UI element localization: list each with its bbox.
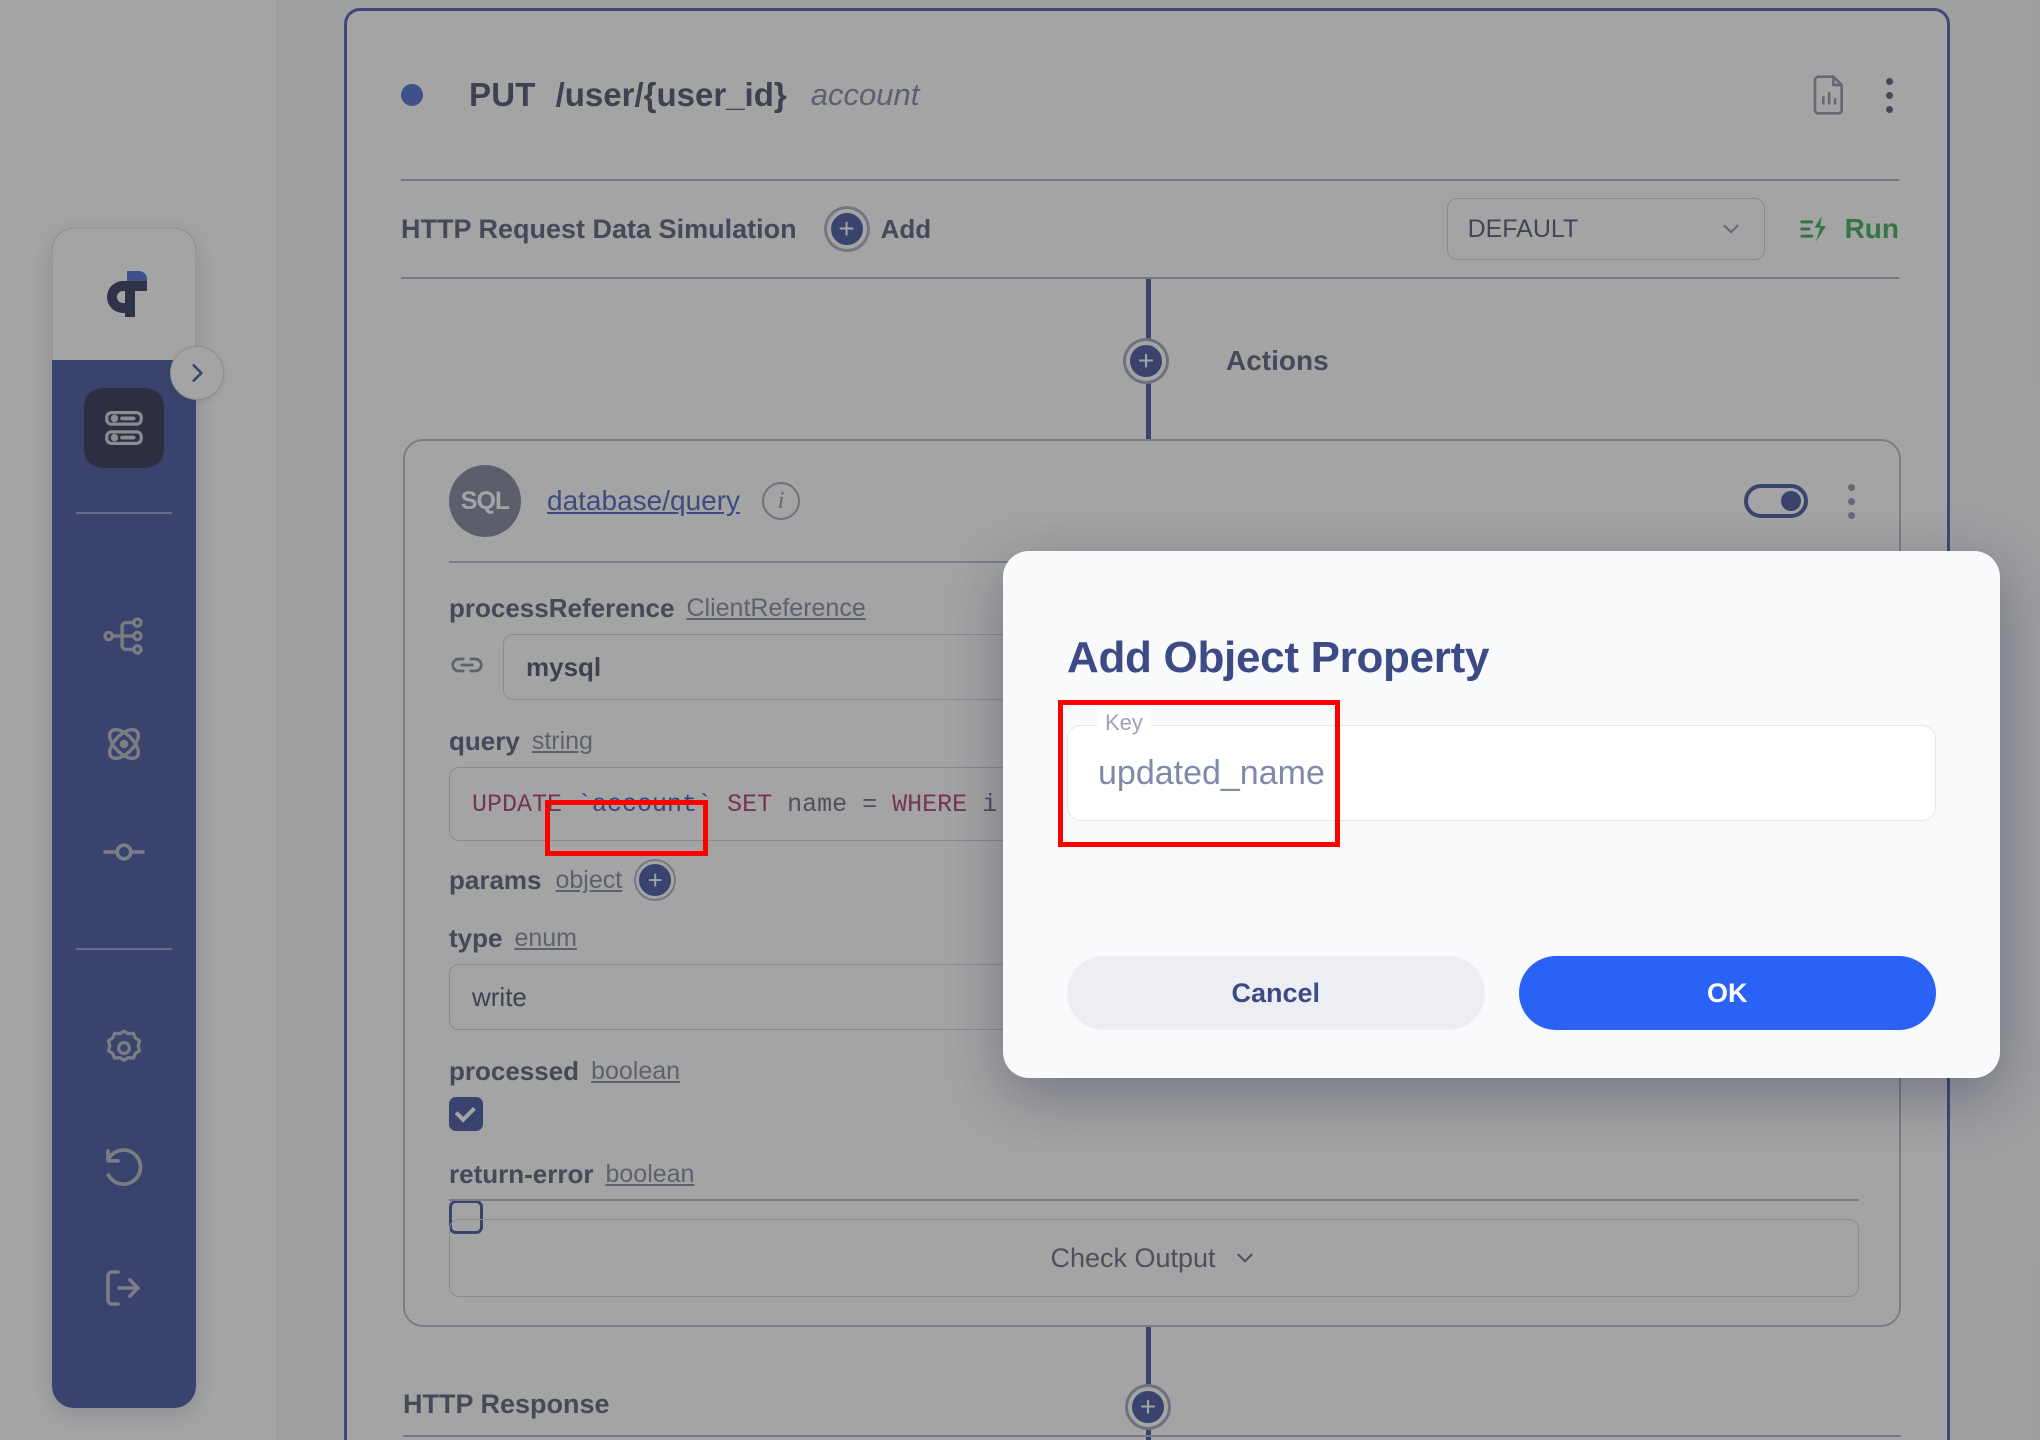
sidebar-item-endpoints[interactable] (52, 804, 196, 900)
add-object-property-dialog: Add Object Property updated_name Key Can… (1003, 551, 2000, 1078)
sidebar-expand-button[interactable] (170, 346, 224, 400)
sidebar-item-history-iconbox (84, 1128, 164, 1208)
dialog-title: Add Object Property (1067, 633, 1490, 682)
endpoint-header: PUT /user/{user_id} account (347, 11, 1947, 179)
info-circle-icon[interactable]: i (762, 482, 801, 520)
key-input-legend: Key (1097, 710, 1151, 736)
sidebar-item-settings-iconbox (84, 1008, 164, 1088)
endpoint-method: PUT (469, 76, 536, 113)
sql-avatar: SQL (449, 465, 521, 537)
sidebar-item-integrations[interactable] (52, 696, 196, 792)
sidebar-item-integrations-iconbox (84, 704, 164, 784)
chevron-down-icon (1236, 1253, 1253, 1263)
endpoint-tag: account (810, 77, 920, 112)
field-type-processed: boolean (591, 1057, 681, 1085)
node-connector-icon (103, 843, 145, 861)
field-type-query: string (531, 727, 593, 755)
simulation-title: HTTP Request Data Simulation (401, 213, 797, 244)
sidebar-item-logout-iconbox (84, 1248, 164, 1328)
plus-circle-icon: + (826, 209, 867, 249)
sql-action-header-right (1744, 483, 1855, 519)
bottom-add-node-button[interactable]: + (1128, 1387, 1168, 1427)
server-stack-icon (105, 411, 143, 445)
simulation-bar: HTTP Request Data Simulation + Add DEFAU… (401, 179, 1899, 279)
sql-action-toggle[interactable] (1744, 484, 1808, 518)
field-type-type: enum (514, 924, 578, 952)
brand-logo-icon (107, 270, 147, 317)
params-highlight-box (545, 800, 708, 856)
environment-select-value: DEFAULT (1467, 214, 1579, 243)
sql-action-link[interactable]: database/query (547, 485, 740, 517)
endpoint-status-dot (401, 84, 423, 106)
http-response-label: HTTP Response (403, 1389, 610, 1419)
gear-icon (106, 1029, 142, 1062)
key-input[interactable]: updated_name (1067, 725, 1936, 821)
atom-icon (108, 728, 140, 760)
cancel-button[interactable]: Cancel (1067, 956, 1485, 1030)
field-name-processreference: processReference (449, 593, 675, 623)
field-name-type: type (449, 923, 503, 953)
sidebar-item-flows[interactable] (52, 588, 196, 684)
key-input-value: updated_name (1098, 753, 1325, 792)
check-output-button[interactable]: Check Output (449, 1219, 1859, 1297)
simulation-add-button[interactable]: + Add (826, 209, 932, 249)
dialog-actions: Cancel OK (1067, 956, 1936, 1030)
environment-select[interactable]: DEFAULT (1446, 198, 1765, 260)
sidebar-item-flows-iconbox (84, 596, 164, 676)
sitemap-icon (103, 617, 143, 655)
chevron-right-icon (192, 364, 203, 382)
link-icon (449, 647, 485, 688)
field-name-processed: processed (449, 1056, 580, 1086)
sql-action-header: SQL database/query i (405, 441, 1899, 561)
sidebar-divider-top (76, 512, 172, 514)
app-root: PUT /user/{user_id} account HTTP Request… (0, 0, 2040, 1440)
key-field-wrapper: updated_name Key (1058, 700, 1936, 847)
field-type-params[interactable]: object (556, 866, 623, 895)
sidebar-item-endpoints-iconbox (84, 812, 164, 892)
run-button[interactable]: Run (1799, 212, 1899, 246)
actions-add-icon: + (1126, 341, 1166, 381)
history-undo-icon (106, 1148, 143, 1186)
brand-logo[interactable] (52, 228, 196, 360)
field-label-return-error: return-error boolean (449, 1159, 1859, 1190)
logout-arrow-icon (106, 1270, 140, 1306)
field-type-return-error: boolean (605, 1160, 695, 1188)
field-name-query: query (449, 726, 520, 756)
sidebar-item-history[interactable] (52, 1120, 196, 1216)
sidebar-item-settings[interactable] (52, 1000, 196, 1096)
field-name-return-error: return-error (449, 1159, 594, 1189)
run-label: Run (1844, 213, 1899, 244)
field-name-params: params (449, 864, 542, 895)
endpoint-more-menu[interactable] (1886, 77, 1893, 113)
sidebar-item-database-iconbox (84, 388, 164, 468)
actions-node[interactable]: + Actions (1126, 341, 1329, 381)
simulation-add-label: Add (880, 213, 932, 244)
ok-button[interactable]: OK (1518, 956, 1936, 1030)
endpoint-header-actions (1810, 73, 1893, 117)
processed-checkbox[interactable] (449, 1097, 483, 1131)
field-type-processreference: ClientReference (686, 594, 866, 622)
http-response-divider (403, 1435, 1901, 1437)
sidebar-divider-bottom (76, 948, 172, 950)
lightning-run-icon (1799, 216, 1826, 242)
sql-footer-divider (449, 1199, 1859, 1201)
document-chart-icon[interactable] (1810, 73, 1850, 117)
toggle-on-icon (1781, 491, 1801, 511)
sidebar-item-database[interactable] (52, 380, 196, 476)
simulation-bar-right: DEFAULT Run (1446, 198, 1899, 260)
chevron-down-icon (1722, 224, 1739, 234)
actions-label: Actions (1226, 345, 1329, 376)
params-add-property-button[interactable]: + (636, 861, 675, 899)
sql-action-more-menu[interactable] (1848, 483, 1855, 519)
sidebar-item-logout[interactable] (52, 1240, 196, 1336)
endpoint-path: /user/{user_id} (555, 76, 787, 113)
check-output-label: Check Output (1050, 1242, 1216, 1273)
